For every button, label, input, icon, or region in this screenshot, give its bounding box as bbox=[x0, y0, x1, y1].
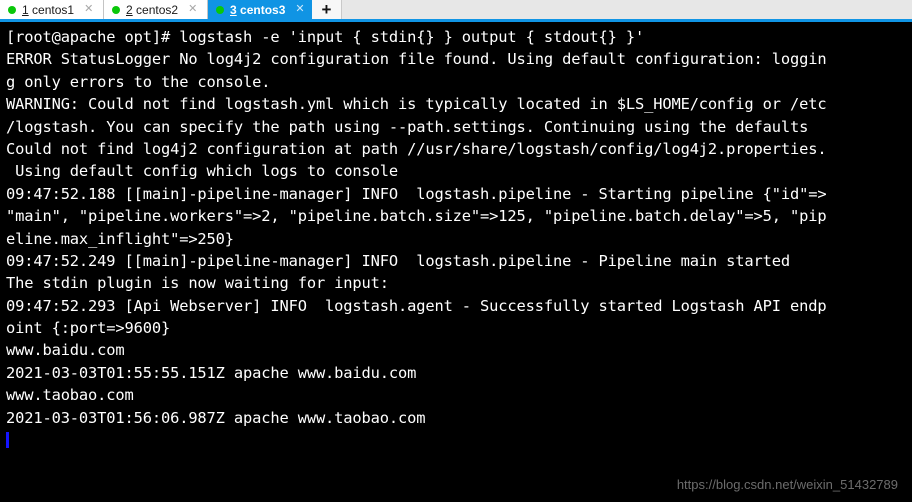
terminal-line: The stdin plugin is now waiting for inpu… bbox=[6, 274, 389, 293]
close-icon[interactable]: ✕ bbox=[295, 4, 304, 15]
tab-name-1: centos1 bbox=[28, 2, 75, 17]
terminal-line: 2021-03-03T01:56:06.987Z apache www.taob… bbox=[6, 408, 426, 427]
tab-bar: 1 centos1 ✕ 2 centos2 ✕ 3 centos3 ✕ + bbox=[0, 0, 912, 22]
terminal-line: 09:47:52.188 [[main]-pipeline-manager] I… bbox=[6, 184, 827, 203]
terminal-line: ERROR StatusLogger No log4j2 configurati… bbox=[6, 50, 827, 69]
terminal-line: WARNING: Could not find logstash.yml whi… bbox=[6, 95, 827, 114]
tab-centos3[interactable]: 3 centos3 ✕ bbox=[208, 0, 312, 19]
tab-label-centos3: 3 centos3 bbox=[230, 3, 285, 17]
watermark-text: https://blog.csdn.net/weixin_51432789 bbox=[676, 477, 898, 492]
tab-name-2: centos2 bbox=[132, 2, 179, 17]
terminal-cursor-line bbox=[6, 429, 912, 451]
tab-centos2[interactable]: 2 centos2 ✕ bbox=[104, 0, 208, 19]
terminal-line: /logstash. You can specify the path usin… bbox=[6, 117, 809, 136]
terminal-output[interactable]: [root@apache opt]# logstash -e 'input { … bbox=[0, 22, 912, 502]
terminal-line: www.baidu.com bbox=[6, 341, 125, 360]
terminal-line: g only errors to the console. bbox=[6, 72, 271, 91]
tab-label-centos2: 2 centos2 bbox=[126, 3, 178, 17]
terminal-line: oint {:port=>9600} bbox=[6, 319, 171, 338]
terminal-line: Could not find log4j2 configuration at p… bbox=[6, 139, 827, 158]
terminal-line: www.taobao.com bbox=[6, 386, 134, 405]
terminal-window: 1 centos1 ✕ 2 centos2 ✕ 3 centos3 ✕ + [r… bbox=[0, 0, 912, 502]
tab-number-1: 1 bbox=[22, 2, 29, 17]
close-icon[interactable]: ✕ bbox=[84, 4, 93, 15]
close-icon[interactable]: ✕ bbox=[188, 4, 197, 15]
tab-bar-filler bbox=[342, 0, 912, 19]
terminal-line: eline.max_inflight"=>250} bbox=[6, 229, 234, 248]
tab-number-2: 2 bbox=[126, 2, 133, 17]
tab-number-3: 3 bbox=[230, 2, 237, 17]
tab-label-centos1: 1 centos1 bbox=[22, 3, 74, 17]
terminal-line: [root@apache opt]# logstash -e 'input { … bbox=[6, 28, 645, 46]
new-tab-button[interactable]: + bbox=[312, 0, 342, 19]
connection-status-dot-icon bbox=[8, 5, 16, 14]
terminal-line: "main", "pipeline.workers"=>2, "pipeline… bbox=[6, 207, 827, 226]
terminal-line: 09:47:52.249 [[main]-pipeline-manager] I… bbox=[6, 251, 790, 270]
connection-status-dot-icon bbox=[216, 5, 224, 14]
terminal-line: 2021-03-03T01:55:55.151Z apache www.baid… bbox=[6, 363, 417, 382]
tab-name-3: centos3 bbox=[236, 2, 286, 17]
terminal-line: Using default config which logs to conso… bbox=[6, 162, 398, 181]
connection-status-dot-icon bbox=[112, 5, 120, 14]
text-cursor bbox=[6, 432, 9, 449]
tab-centos1[interactable]: 1 centos1 ✕ bbox=[0, 0, 104, 19]
terminal-line: 09:47:52.293 [Api Webserver] INFO logsta… bbox=[6, 296, 827, 315]
